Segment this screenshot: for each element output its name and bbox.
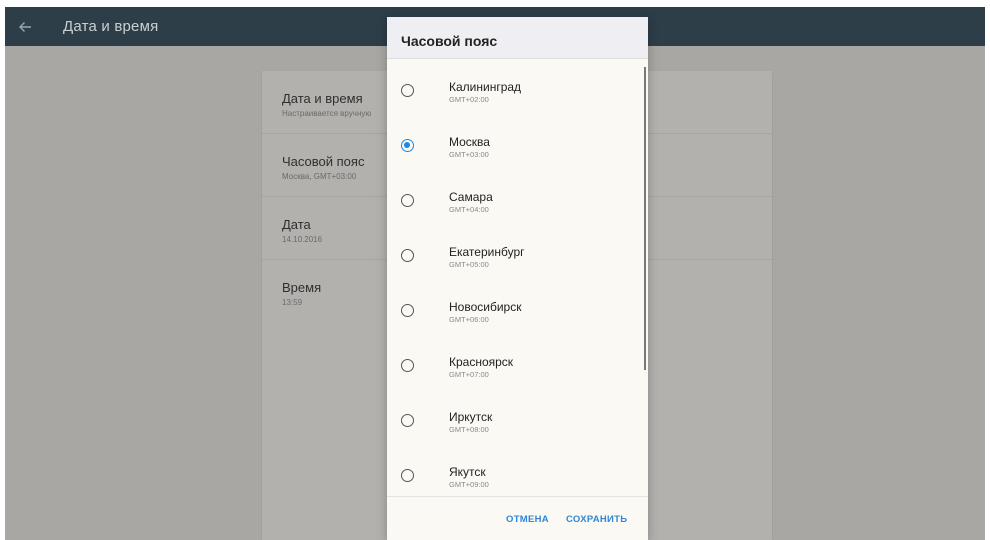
timezone-offset: GMT+08:00 <box>449 425 489 434</box>
radio-button[interactable] <box>401 414 414 427</box>
timezone-item-irkutsk[interactable]: Иркутск GMT+08:00 <box>387 389 648 444</box>
timezone-item-samara[interactable]: Самара GMT+04:00 <box>387 169 648 224</box>
timezone-dialog: Часовой пояс Калининград GMT+02:00 Москв… <box>387 17 648 540</box>
cancel-button[interactable]: ОТМЕНА <box>506 514 549 525</box>
timezone-offset: GMT+04:00 <box>449 205 489 214</box>
timezone-name: Москва <box>449 135 490 149</box>
timezone-offset: GMT+06:00 <box>449 315 489 324</box>
radio-button[interactable] <box>401 304 414 317</box>
scrollbar[interactable] <box>644 67 646 370</box>
timezone-name: Новосибирск <box>449 300 522 314</box>
timezone-item-novosibirsk[interactable]: Новосибирск GMT+06:00 <box>387 279 648 334</box>
timezone-item-yekaterinburg[interactable]: Екатеринбург GMT+05:00 <box>387 224 648 279</box>
timezone-offset: GMT+05:00 <box>449 260 489 269</box>
timezone-name: Екатеринбург <box>449 245 525 259</box>
timezone-list[interactable]: Калининград GMT+02:00 Москва GMT+03:00 С… <box>387 59 648 496</box>
timezone-name: Якутск <box>449 465 486 479</box>
timezone-item-kaliningrad[interactable]: Калининград GMT+02:00 <box>387 59 648 114</box>
radio-button-checked[interactable] <box>401 139 414 152</box>
dialog-header: Часовой пояс <box>387 17 648 59</box>
timezone-name: Самара <box>449 190 493 204</box>
radio-button[interactable] <box>401 194 414 207</box>
radio-button[interactable] <box>401 469 414 482</box>
timezone-name: Иркутск <box>449 410 493 424</box>
screen: Дата и время Дата и время Настраивается … <box>5 7 985 540</box>
page-title: Дата и время <box>63 18 159 35</box>
dialog-title: Часовой пояс <box>401 33 498 49</box>
radio-button[interactable] <box>401 84 414 97</box>
arrow-left-icon[interactable] <box>15 17 35 37</box>
radio-button[interactable] <box>401 249 414 262</box>
timezone-item-moscow[interactable]: Москва GMT+03:00 <box>387 114 648 169</box>
timezone-offset: GMT+09:00 <box>449 480 489 489</box>
timezone-name: Калининград <box>449 80 522 94</box>
timezone-offset: GMT+02:00 <box>449 95 489 104</box>
timezone-item-yakutsk[interactable]: Якутск GMT+09:00 <box>387 444 648 496</box>
save-button[interactable]: СОХРАНИТЬ <box>566 514 627 525</box>
timezone-offset: GMT+07:00 <box>449 370 489 379</box>
dialog-footer: ОТМЕНА СОХРАНИТЬ <box>387 496 648 540</box>
timezone-offset: GMT+03:00 <box>449 150 489 159</box>
radio-button[interactable] <box>401 359 414 372</box>
timezone-name: Красноярск <box>449 355 514 369</box>
timezone-item-krasnoyarsk[interactable]: Красноярск GMT+07:00 <box>387 334 648 389</box>
